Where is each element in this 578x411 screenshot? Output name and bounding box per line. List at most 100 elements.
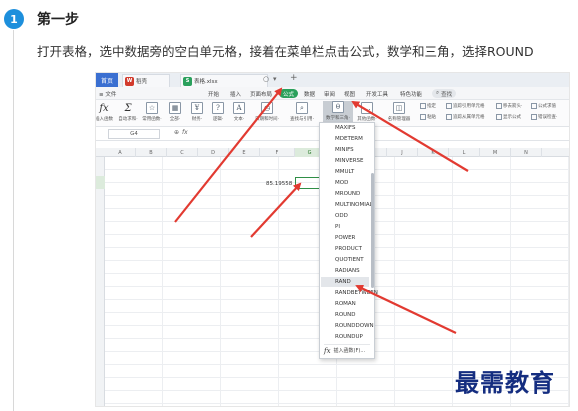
- column-header-b[interactable]: B: [136, 148, 167, 157]
- trace-precedents-icon: [446, 103, 452, 109]
- step-title: 第一步: [37, 12, 79, 28]
- cell-f4-value[interactable]: 85.19558: [266, 181, 292, 187]
- paste-name-icon: [420, 114, 426, 120]
- function-item-roundup[interactable]: ROUNDUP: [335, 332, 363, 342]
- trace-dependents-button[interactable]: 追踪从属单元格: [446, 114, 485, 120]
- evaluate-formula-label: 公式求值: [538, 104, 556, 109]
- selected-row-header[interactable]: [96, 176, 105, 189]
- timeline-line: [13, 30, 14, 411]
- search-label: 查找: [441, 91, 453, 98]
- column-header-d[interactable]: D: [198, 148, 229, 157]
- menu-features[interactable]: 特色功能: [400, 89, 422, 98]
- tab-chevron-icon[interactable]: ▾: [273, 75, 277, 83]
- function-item-minverse[interactable]: MINVERSE: [335, 156, 364, 166]
- error-checking-button[interactable]: 错误检查·: [531, 114, 557, 120]
- text-a-icon: A: [233, 102, 245, 114]
- remove-arrows-button[interactable]: 移去箭头·: [496, 103, 522, 109]
- function-item-multinomial[interactable]: MULTINOMIAL: [335, 200, 373, 210]
- zoom-icon[interactable]: ⊕: [174, 129, 179, 136]
- define-name-button[interactable]: 指定: [420, 103, 436, 109]
- insert-function-menu-item[interactable]: fx 插入函数(F)...: [324, 344, 370, 356]
- menu-data[interactable]: 数据: [304, 89, 315, 98]
- menu-insert[interactable]: 插入: [230, 89, 241, 98]
- evaluate-formula-icon: [531, 103, 537, 109]
- tab-docer[interactable]: W 稻壳: [122, 74, 170, 87]
- tab-spreadsheet[interactable]: S 表格.xlsx: [180, 74, 268, 87]
- column-header-f[interactable]: F: [260, 148, 295, 157]
- show-formulas-label: 显示公式: [503, 115, 521, 120]
- menu-formulas[interactable]: 公式: [279, 89, 299, 98]
- function-item-power[interactable]: POWER: [335, 233, 355, 243]
- menu-view[interactable]: 视图: [344, 89, 355, 98]
- logical-button[interactable]: ? 逻辑·: [208, 102, 228, 122]
- menu-bar: ≡ 文件 开始 插入 页面布局 公式 数据 审阅 视图 开发工具 特色功能 ⌕ …: [96, 87, 569, 100]
- column-header-m[interactable]: M: [480, 148, 511, 157]
- autosum-button[interactable]: Σ 自动求和·: [118, 102, 138, 123]
- menu-file[interactable]: ≡ 文件: [99, 89, 116, 98]
- function-item-pi[interactable]: PI: [335, 222, 340, 232]
- math-trig-dropdown: MAXIFS MDETERM MINIFS MINVERSE MMULT MOD…: [319, 122, 378, 359]
- new-tab-icon[interactable]: +: [290, 73, 298, 83]
- function-item-mmult[interactable]: MMULT: [335, 167, 354, 177]
- function-item-mdeterm[interactable]: MDETERM: [335, 134, 363, 144]
- menu-home[interactable]: 开始: [208, 89, 219, 98]
- question-icon: ?: [212, 102, 224, 114]
- function-item-maxifs[interactable]: MAXIFS: [335, 123, 355, 133]
- insert-function-label: 插入函数: [95, 117, 113, 122]
- menu-page-layout[interactable]: 页面布局: [250, 89, 272, 98]
- menu-review[interactable]: 审阅: [324, 89, 335, 98]
- common-functions-button[interactable]: ☆ 常用函数·: [142, 102, 162, 122]
- fx-icon[interactable]: fx: [182, 129, 188, 136]
- function-item-quotient[interactable]: QUOTIENT: [335, 255, 364, 265]
- function-item-mround[interactable]: MROUND: [335, 189, 360, 199]
- column-header-e[interactable]: E: [229, 148, 260, 157]
- more-functions-button[interactable]: … 其他函数·: [357, 102, 377, 122]
- function-item-mod[interactable]: MOD: [335, 178, 348, 188]
- function-icon: fx: [324, 346, 331, 355]
- show-formulas-button[interactable]: 显示公式: [496, 114, 521, 120]
- function-item-randbetween[interactable]: RANDBETWEEN: [335, 288, 378, 298]
- function-item-round[interactable]: ROUND: [335, 310, 356, 320]
- lookup-icon: ⌕: [296, 102, 308, 114]
- tab-docer-label: 稻壳: [136, 79, 148, 85]
- column-header-c[interactable]: C: [167, 148, 198, 157]
- logical-label: 逻辑·: [212, 117, 224, 122]
- column-header-l[interactable]: L: [449, 148, 480, 157]
- column-header-a[interactable]: A: [105, 148, 136, 157]
- tab-spreadsheet-label: 表格.xlsx: [194, 79, 218, 85]
- search-button[interactable]: ⌕ 查找: [432, 89, 457, 98]
- function-item-odd[interactable]: ODD: [335, 211, 348, 221]
- insert-function-button[interactable]: fx 插入函数: [95, 102, 114, 123]
- trace-precedents-button[interactable]: 追踪引用单元格: [446, 103, 485, 109]
- function-item-rand[interactable]: RAND: [321, 277, 369, 287]
- paste-name-button[interactable]: 粘贴: [420, 114, 436, 120]
- date-time-button[interactable]: ◷ 日期和时间·: [255, 102, 279, 122]
- function-item-radians[interactable]: RADIANS: [335, 266, 360, 276]
- autosum-label: 自动求和·: [118, 117, 138, 122]
- function-item-rounddown[interactable]: ROUNDDOWN: [335, 321, 374, 331]
- text-functions-button[interactable]: A 文本·: [229, 102, 249, 122]
- function-item-product[interactable]: PRODUCT: [335, 244, 362, 254]
- home-tab[interactable]: 首页: [96, 73, 118, 87]
- name-manager-icon: ◫: [393, 102, 405, 114]
- name-manager-button[interactable]: ◫ 名称管理器: [388, 102, 410, 122]
- math-trig-button[interactable]: θ 数学和三角·: [323, 101, 353, 124]
- name-box[interactable]: G4: [108, 129, 160, 139]
- remove-arrows-label: 移去箭头·: [503, 104, 523, 109]
- row-header: [96, 157, 105, 406]
- function-item-roman[interactable]: ROMAN: [335, 299, 356, 309]
- lookup-reference-button[interactable]: ⌕ 查找与引用·: [290, 102, 314, 122]
- financial-button[interactable]: ¥ 财务·: [187, 102, 207, 122]
- define-name-label: 指定: [427, 104, 436, 109]
- column-header-k[interactable]: K: [418, 148, 449, 157]
- function-item-minifs[interactable]: MINIFS: [335, 145, 354, 155]
- watermark-logo: 最需教育: [455, 368, 555, 397]
- column-header-j[interactable]: J: [387, 148, 418, 157]
- all-functions-button[interactable]: ▦ 全部·: [165, 102, 185, 122]
- column-header-n[interactable]: N: [511, 148, 542, 157]
- menu-developer[interactable]: 开发工具: [366, 89, 388, 98]
- dropdown-scrollbar[interactable]: [371, 173, 374, 288]
- spreadsheet-file-icon: S: [183, 76, 192, 86]
- evaluate-formula-button[interactable]: 公式求值: [531, 103, 556, 109]
- define-name-icon: [420, 103, 426, 109]
